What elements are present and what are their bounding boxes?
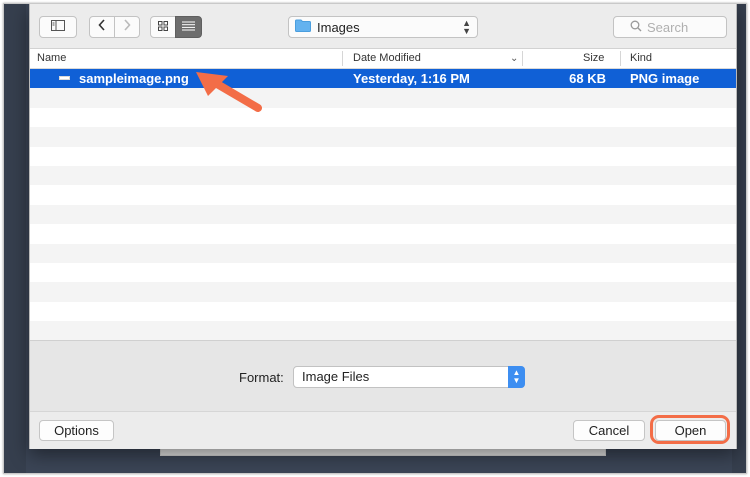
empty-row bbox=[30, 165, 736, 186]
screenshot-frame: Images ▲▼ Name Date Modified ⌄ Size Kind bbox=[3, 3, 747, 474]
empty-row bbox=[30, 262, 736, 283]
grid-view-icon bbox=[158, 18, 168, 36]
chevron-updown-icon: ▲ ▼ bbox=[462, 18, 471, 36]
list-view-icon bbox=[182, 18, 195, 36]
annotation-arrow-icon bbox=[196, 72, 262, 112]
open-file-dialog: Images ▲▼ Name Date Modified ⌄ Size Kind bbox=[29, 4, 737, 449]
search-icon bbox=[630, 20, 642, 35]
file-row-sampleimage[interactable]: sampleimage.png Yesterday, 1:16 PM 68 KB… bbox=[30, 69, 736, 89]
location-label: Images bbox=[317, 19, 360, 35]
folder-icon bbox=[295, 19, 311, 35]
format-value: Image Files bbox=[302, 369, 370, 384]
column-header: Name Date Modified ⌄ Size Kind bbox=[30, 49, 736, 69]
empty-row bbox=[30, 243, 736, 263]
file-icon bbox=[59, 76, 70, 80]
search-input[interactable] bbox=[647, 19, 717, 35]
empty-row bbox=[30, 224, 736, 244]
options-button[interactable]: Options bbox=[39, 420, 114, 441]
chevron-updown-icon: ▲ ▼ bbox=[508, 366, 525, 388]
column-date-modified[interactable]: Date Modified bbox=[353, 49, 421, 68]
column-name[interactable]: Name bbox=[37, 49, 66, 68]
forward-button[interactable] bbox=[114, 16, 140, 38]
bottom-bar: Options Cancel Open bbox=[30, 411, 736, 449]
column-kind[interactable]: Kind bbox=[630, 49, 652, 68]
icon-view-button[interactable] bbox=[150, 16, 176, 38]
empty-row bbox=[30, 301, 736, 322]
empty-row bbox=[30, 107, 736, 128]
open-button[interactable]: Open bbox=[655, 420, 726, 441]
file-list: Name Date Modified ⌄ Size Kind sampleima… bbox=[30, 48, 736, 341]
search-field[interactable] bbox=[613, 16, 727, 38]
column-size[interactable]: Size bbox=[583, 49, 604, 68]
accessory-panel: Format: Image Files ▲ ▼ bbox=[30, 340, 736, 411]
cancel-button[interactable]: Cancel bbox=[573, 420, 645, 441]
empty-row bbox=[30, 204, 736, 225]
chevron-left-icon bbox=[98, 18, 106, 36]
empty-row bbox=[30, 321, 736, 341]
empty-row bbox=[30, 88, 736, 108]
toolbar: Images ▲ ▼ bbox=[30, 4, 736, 48]
format-select[interactable]: Image Files ▲ ▼ bbox=[293, 366, 525, 388]
file-size: 68 KB bbox=[569, 71, 606, 86]
list-view-button[interactable] bbox=[175, 16, 202, 38]
format-label: Format: bbox=[239, 370, 284, 385]
location-popup[interactable]: Images ▲ ▼ bbox=[288, 16, 478, 38]
file-rows: sampleimage.png Yesterday, 1:16 PM 68 KB… bbox=[30, 69, 736, 341]
empty-row bbox=[30, 127, 736, 147]
file-date-modified: Yesterday, 1:16 PM bbox=[353, 71, 470, 86]
chevron-right-icon bbox=[123, 18, 131, 36]
sort-chevron-icon: ⌄ bbox=[510, 53, 519, 64]
backdrop-edge-left bbox=[4, 4, 26, 473]
sidebar-toggle-button[interactable] bbox=[39, 16, 77, 38]
column-separator bbox=[522, 51, 523, 66]
sidebar-toggle-icon bbox=[51, 18, 65, 36]
file-name: sampleimage.png bbox=[79, 71, 189, 86]
empty-row bbox=[30, 282, 736, 302]
file-kind: PNG image bbox=[630, 71, 700, 86]
column-separator bbox=[342, 51, 343, 66]
column-separator bbox=[620, 51, 621, 66]
back-button[interactable] bbox=[89, 16, 115, 38]
empty-row bbox=[30, 146, 736, 166]
empty-row bbox=[30, 185, 736, 205]
